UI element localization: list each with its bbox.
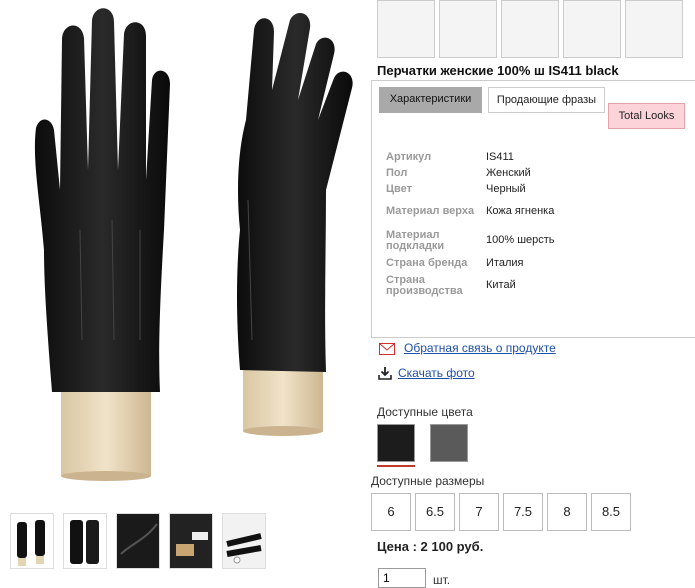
size-option[interactable]: 7 xyxy=(459,493,499,531)
spec-key: Цвет xyxy=(386,182,413,195)
thumbnail-5[interactable] xyxy=(222,513,266,569)
thumbnail-2[interactable] xyxy=(63,513,107,569)
tab-total-looks[interactable]: Total Looks xyxy=(608,103,685,129)
quantity-unit: шт. xyxy=(433,573,451,587)
spec-row: Страна производства Китай xyxy=(386,271,686,300)
spec-value: Китай xyxy=(486,279,516,291)
feedback-link[interactable]: Обратная связь о продукте xyxy=(404,341,556,355)
size-options: 6 6.5 7 7.5 8 8.5 xyxy=(371,493,631,531)
size-option[interactable]: 6 xyxy=(371,493,411,531)
spec-row: Цвет Черный xyxy=(386,181,686,197)
color-swatch-gray[interactable] xyxy=(430,424,468,462)
spec-key: Артикул xyxy=(386,150,432,163)
spec-key: Страна бренда xyxy=(386,256,468,269)
product-details-panel: Характеристики Продающие фразы Total Loo… xyxy=(371,80,695,338)
selected-color-indicator xyxy=(377,465,415,467)
colors-label: Доступные цвета xyxy=(377,405,473,419)
related-product-tile[interactable] xyxy=(625,0,683,58)
quantity-input[interactable] xyxy=(378,568,426,588)
product-photo xyxy=(0,0,370,500)
spec-key: Страна производства xyxy=(386,273,463,297)
download-icon xyxy=(378,366,392,380)
spec-row: Материал верха Кожа ягненка xyxy=(386,197,686,226)
product-title: Перчатки женские 100% ш IS411 black xyxy=(377,63,619,78)
spec-row: Пол Женский xyxy=(386,165,686,181)
related-product-tile[interactable] xyxy=(563,0,621,58)
size-option[interactable]: 6.5 xyxy=(415,493,455,531)
size-option[interactable]: 7.5 xyxy=(503,493,543,531)
related-product-tile[interactable] xyxy=(377,0,435,58)
tab-selling-phrases[interactable]: Продающие фразы xyxy=(488,87,605,113)
spec-value: Италия xyxy=(486,256,524,269)
thumbnail-4[interactable] xyxy=(169,513,213,569)
thumbnail-1[interactable] xyxy=(10,513,54,569)
download-photo-link[interactable]: Скачать фото xyxy=(398,366,475,380)
spec-key: Пол xyxy=(386,166,408,179)
related-product-tile[interactable] xyxy=(501,0,559,58)
spec-value: Кожа ягненка xyxy=(486,205,555,217)
thumbnail-strip xyxy=(10,513,266,569)
size-option[interactable]: 8.5 xyxy=(591,493,631,531)
spec-row: Артикул IS411 xyxy=(386,149,686,165)
product-price: Цена : 2 100 руб. xyxy=(377,539,484,554)
spec-key: Материал подкладки xyxy=(386,228,445,252)
spec-value: Черный xyxy=(486,182,526,195)
spec-value: Женский xyxy=(486,166,531,179)
tab-characteristics[interactable]: Характеристики xyxy=(379,87,482,113)
specs-table: Артикул IS411 Пол Женский Цвет Черный Матер… xyxy=(386,149,686,300)
spec-row: Страна бренда Италия xyxy=(386,255,686,271)
related-products-row xyxy=(377,0,683,58)
size-option[interactable]: 8 xyxy=(547,493,587,531)
thumbnail-3[interactable] xyxy=(116,513,160,569)
envelope-icon xyxy=(379,343,395,355)
sizes-label: Доступные размеры xyxy=(371,474,485,488)
related-product-tile[interactable] xyxy=(439,0,497,58)
spec-key: Материал верха xyxy=(386,205,475,217)
spec-value: IS411 xyxy=(486,150,514,163)
spec-row: Материал подкладки 100% шерсть xyxy=(386,226,686,255)
spec-value: 100% шерсть xyxy=(486,234,555,246)
color-swatch-black[interactable] xyxy=(377,424,415,462)
